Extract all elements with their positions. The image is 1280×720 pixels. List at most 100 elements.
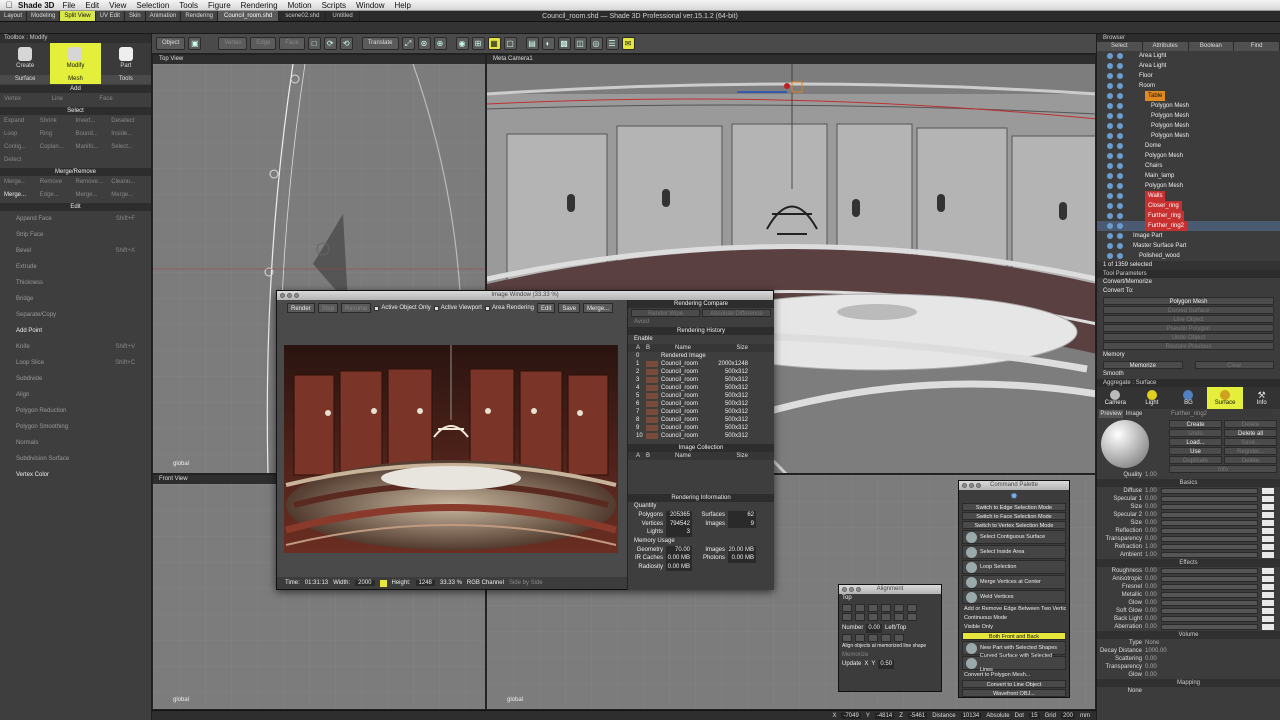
visibility-icon[interactable] bbox=[1107, 113, 1113, 119]
param-value[interactable]: 1.00 bbox=[1145, 543, 1161, 551]
color-swatch[interactable] bbox=[1262, 528, 1274, 534]
surface-tab[interactable]: Surface bbox=[1206, 387, 1244, 409]
param-slider[interactable] bbox=[1161, 552, 1258, 558]
color-swatch[interactable] bbox=[1262, 488, 1274, 494]
create-surface-button[interactable]: Create bbox=[1169, 420, 1222, 428]
mapping-type-value[interactable]: None bbox=[1097, 687, 1145, 695]
height-field[interactable]: 1248 bbox=[415, 580, 435, 586]
color-swatch[interactable] bbox=[1262, 536, 1274, 542]
render-visibility-icon[interactable] bbox=[1117, 213, 1123, 219]
align-opt4-icon[interactable] bbox=[881, 633, 891, 642]
visibility-icon[interactable] bbox=[1107, 193, 1113, 199]
texture-icon[interactable]: ▩ bbox=[557, 37, 571, 50]
render-visibility-icon[interactable] bbox=[1117, 153, 1123, 159]
command-item[interactable]: Select Contiguous Surface bbox=[962, 530, 1066, 544]
active-viewport-checkbox[interactable]: Active Viewport bbox=[433, 305, 482, 311]
bg-tab[interactable]: BG bbox=[1170, 387, 1207, 409]
render-visibility-icon[interactable] bbox=[1117, 113, 1123, 119]
color-swatch[interactable] bbox=[1262, 552, 1274, 558]
browser-tab-attributes[interactable]: Attributes bbox=[1142, 42, 1189, 51]
render-visibility-icon[interactable] bbox=[1117, 243, 1123, 249]
minimize-icon[interactable] bbox=[287, 293, 292, 298]
color-swatch[interactable] bbox=[1262, 592, 1274, 598]
param-slider[interactable] bbox=[1161, 616, 1258, 622]
light-tab[interactable]: Light bbox=[1134, 387, 1171, 409]
subdivision-surface-tool[interactable]: Subdivision Surface bbox=[0, 451, 151, 467]
volume-section[interactable]: Volume bbox=[1097, 631, 1280, 639]
param-slider[interactable] bbox=[1161, 528, 1258, 534]
subtab-surface[interactable]: Surface bbox=[0, 75, 51, 84]
render-visibility-icon[interactable] bbox=[1117, 163, 1123, 169]
merge-button[interactable]: Merge... bbox=[4, 176, 40, 189]
channel-dropdown[interactable]: RGB Channel bbox=[467, 580, 504, 586]
param-value[interactable]: 0.00 bbox=[1145, 503, 1161, 511]
history-row[interactable]: 8 Council_room 500x312 bbox=[628, 416, 774, 424]
render-visibility-icon[interactable] bbox=[1117, 253, 1123, 259]
select-coplan-button[interactable]: Coplan... bbox=[40, 141, 76, 154]
select-manifold-button[interactable]: Manifo... bbox=[76, 141, 112, 154]
align-tool[interactable]: Align bbox=[0, 387, 151, 403]
browser-item[interactable]: Polygon Mesh bbox=[1097, 181, 1280, 191]
close-icon[interactable] bbox=[962, 483, 967, 488]
align-right-icon[interactable] bbox=[868, 603, 878, 612]
edge-mode-button[interactable]: Edge bbox=[250, 37, 277, 50]
browser-item[interactable]: Polygon Mesh bbox=[1097, 121, 1280, 131]
command-item[interactable]: Curved Surface with Selected Lines bbox=[962, 653, 1066, 673]
color-swatch[interactable] bbox=[1262, 584, 1274, 590]
unit-dropdown[interactable]: mm bbox=[1080, 713, 1090, 719]
param-value[interactable]: 0.00 bbox=[1145, 607, 1161, 615]
command-item[interactable]: Loop Selection bbox=[962, 560, 1066, 574]
rotate-tool-icon[interactable]: ⟳ bbox=[323, 37, 337, 50]
menu-help[interactable]: Help bbox=[395, 1, 411, 10]
select-ring-button[interactable]: Ring bbox=[40, 128, 76, 141]
param-slider[interactable] bbox=[1161, 488, 1258, 494]
visibility-icon[interactable] bbox=[1107, 203, 1113, 209]
use-surface-button[interactable]: Use bbox=[1169, 447, 1222, 455]
param-value[interactable]: 0.00 bbox=[1145, 527, 1161, 535]
param-value[interactable]: 1000.00 bbox=[1145, 647, 1167, 655]
history-row[interactable]: 1 Council_room 2000x1248 bbox=[628, 360, 774, 368]
rendering-information-header[interactable]: Rendering Information bbox=[628, 494, 774, 502]
menu-scripts[interactable]: Scripts bbox=[322, 1, 346, 10]
browser-item[interactable]: Room bbox=[1097, 81, 1280, 91]
select-invert-button[interactable]: Invert... bbox=[76, 115, 112, 128]
resume-button[interactable]: Resume bbox=[341, 303, 372, 313]
part-mode-button[interactable]: Part bbox=[101, 43, 151, 75]
extrude-tool[interactable]: Extrude bbox=[0, 259, 151, 275]
align-center-icon[interactable] bbox=[855, 603, 865, 612]
select-detect-button[interactable]: Detect bbox=[4, 154, 147, 167]
command-item[interactable]: Wavefront OBJ... bbox=[962, 689, 1066, 697]
workspace-tab-skin[interactable]: Skin bbox=[124, 11, 146, 21]
save-surface-button[interactable]: Save... bbox=[1224, 438, 1277, 446]
add-vertex-button[interactable]: Vertex bbox=[4, 93, 52, 106]
workspace-tab-rendering[interactable]: Rendering bbox=[181, 11, 219, 21]
color-swatch[interactable] bbox=[1262, 608, 1274, 614]
rendering-compare-header[interactable]: Rendering Compare bbox=[628, 300, 774, 308]
avoid-field[interactable]: Avoid bbox=[628, 318, 774, 327]
browser-item[interactable]: Polygon Mesh bbox=[1097, 131, 1280, 141]
render-visibility-icon[interactable] bbox=[1117, 233, 1123, 239]
merge-more-button[interactable]: Merge... bbox=[111, 189, 147, 202]
browser-item[interactable]: Polished_wood bbox=[1097, 251, 1280, 261]
param-slider[interactable] bbox=[1161, 592, 1258, 598]
absolute-dropdown[interactable]: Absolute bbox=[986, 713, 1009, 719]
zoom-icon[interactable] bbox=[856, 587, 861, 592]
zoom-dropdown[interactable]: 33.33 % bbox=[440, 580, 462, 586]
normals-tool[interactable]: Normals bbox=[0, 435, 151, 451]
browser-item[interactable]: Floor bbox=[1097, 71, 1280, 81]
bridge-tool[interactable]: Bridge bbox=[0, 291, 151, 307]
scale-tool-icon[interactable]: ⤢ bbox=[401, 37, 415, 50]
remove-more-button[interactable]: Remove... bbox=[76, 176, 112, 189]
align-opt5-icon[interactable] bbox=[894, 633, 904, 642]
grid-toggle-icon[interactable]: ▦ bbox=[487, 37, 501, 50]
minimize-icon[interactable] bbox=[969, 483, 974, 488]
browser-item[interactable]: Area Light bbox=[1097, 51, 1280, 61]
area-rendering-checkbox[interactable]: Area Rendering bbox=[484, 305, 534, 311]
select-loop-button[interactable]: Loop bbox=[4, 128, 40, 141]
edge-merge-button[interactable]: Edge... bbox=[40, 189, 76, 202]
param-slider[interactable] bbox=[1161, 584, 1258, 590]
polygon-reduction-tool[interactable]: Polygon Reduction bbox=[0, 403, 151, 419]
command-item[interactable]: Merge Vertices at Center bbox=[962, 575, 1066, 589]
color-swatch[interactable] bbox=[1262, 576, 1274, 582]
merge-faces-button[interactable]: Merge... bbox=[76, 189, 112, 202]
